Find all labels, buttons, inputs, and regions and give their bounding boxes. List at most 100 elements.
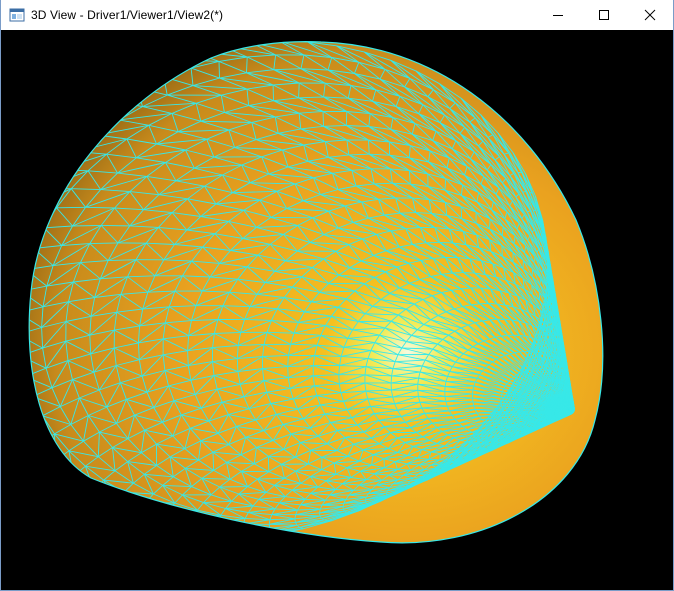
mesh-edge (35, 111, 59, 131)
mesh-edge (108, 509, 139, 512)
mesh-edge (29, 207, 57, 210)
mesh-edge (294, 518, 296, 523)
mesh-edge (12, 170, 28, 191)
mesh-edge (66, 115, 89, 133)
mesh-edge (157, 526, 161, 534)
mesh-edge (159, 518, 164, 527)
mesh-edge (185, 531, 188, 538)
mesh-edge (41, 169, 59, 190)
mesh-edge (29, 435, 40, 445)
mesh-edge (16, 209, 28, 230)
mesh-edge (13, 454, 26, 465)
mesh-edge (190, 44, 220, 52)
mesh-edge (29, 149, 47, 172)
mesh-edge (1, 416, 26, 426)
mesh-edge (1, 209, 27, 212)
mesh-edge (161, 50, 191, 60)
close-button[interactable] (627, 0, 673, 30)
mesh-edge (29, 396, 33, 426)
mesh-edge (445, 385, 474, 387)
mesh-edge (138, 502, 146, 512)
mesh-edge (192, 517, 218, 523)
mesh-edge (501, 245, 503, 257)
mesh-edge (63, 485, 79, 509)
mesh-edge (32, 470, 44, 482)
mesh-edge (159, 526, 188, 532)
mesh-edge (56, 206, 86, 209)
mesh-edge (145, 502, 169, 512)
mesh-edge (1, 356, 20, 365)
mesh-edge (29, 464, 34, 482)
mesh-edge (39, 443, 56, 462)
mesh-edge (43, 460, 56, 472)
mesh-edge (108, 501, 116, 511)
mesh-edge (133, 510, 140, 520)
mesh-edge (1, 170, 28, 171)
maximize-button[interactable] (581, 0, 627, 30)
mesh-edge (390, 375, 393, 384)
title-bar[interactable]: 3D View - Driver1/Viewer1/View2(*) (1, 0, 673, 30)
mesh-edge (1, 270, 26, 298)
mesh-edge (1, 446, 13, 464)
mesh-edge (1, 190, 12, 212)
mesh-edge (133, 58, 162, 70)
mesh-edge (1, 212, 16, 231)
mesh-edge (29, 453, 56, 462)
mesh-edge (29, 443, 40, 455)
mesh-edge (43, 470, 55, 497)
mesh-edge (1, 374, 5, 386)
mesh-edge (123, 492, 140, 512)
mesh-edge (29, 131, 67, 151)
mesh-edge (242, 533, 246, 539)
mesh-edge (57, 95, 82, 113)
mesh-edge (14, 377, 25, 407)
mesh-edge (269, 528, 272, 533)
mesh-edge (63, 485, 86, 500)
3d-model-render[interactable] (1, 30, 673, 590)
mesh-edge (298, 82, 300, 98)
3d-view-window-icon[interactable] (9, 7, 25, 23)
mesh-edge (137, 76, 164, 89)
mesh-edge (1, 313, 18, 320)
mesh-edge (29, 247, 34, 253)
mesh-edge (186, 537, 216, 540)
mesh-edge (57, 111, 89, 117)
mesh-edge (108, 509, 134, 520)
mesh-edge (338, 374, 340, 384)
mesh-edge (63, 485, 94, 491)
mesh-edge (66, 131, 97, 136)
mesh-edge (1, 335, 18, 343)
mesh-edge (489, 318, 498, 321)
mesh-edge (215, 521, 219, 529)
maximize-icon (599, 10, 609, 20)
mesh-edge (29, 415, 43, 426)
mesh-edge (77, 508, 104, 520)
mesh-edge (1, 335, 18, 365)
mesh-edge (29, 169, 43, 190)
mesh-edge (186, 530, 216, 540)
mesh-edge (5, 386, 14, 407)
mesh-edge (133, 67, 192, 70)
mesh-edge (43, 470, 74, 477)
mesh-edge (45, 131, 67, 151)
mesh-edge (489, 218, 491, 229)
minimize-button[interactable] (535, 0, 581, 30)
mesh-edge (85, 498, 109, 511)
mesh-edge (214, 533, 216, 539)
3d-viewport[interactable] (1, 30, 673, 590)
mesh-edge (417, 390, 419, 397)
mesh-edge (29, 376, 33, 397)
mesh-edge (81, 95, 113, 102)
mesh-edge (43, 470, 64, 487)
mesh-edge (29, 149, 47, 170)
mesh-edge (214, 528, 217, 534)
mesh-edge (5, 356, 20, 386)
mesh-edge (5, 377, 25, 386)
mesh-edge (66, 131, 77, 152)
mesh-edge (29, 425, 40, 445)
mesh-edge (159, 524, 190, 527)
mesh-edge (322, 111, 324, 127)
mesh-edge (1, 190, 12, 193)
mesh-edge (243, 527, 270, 535)
mesh-edge (115, 500, 140, 512)
